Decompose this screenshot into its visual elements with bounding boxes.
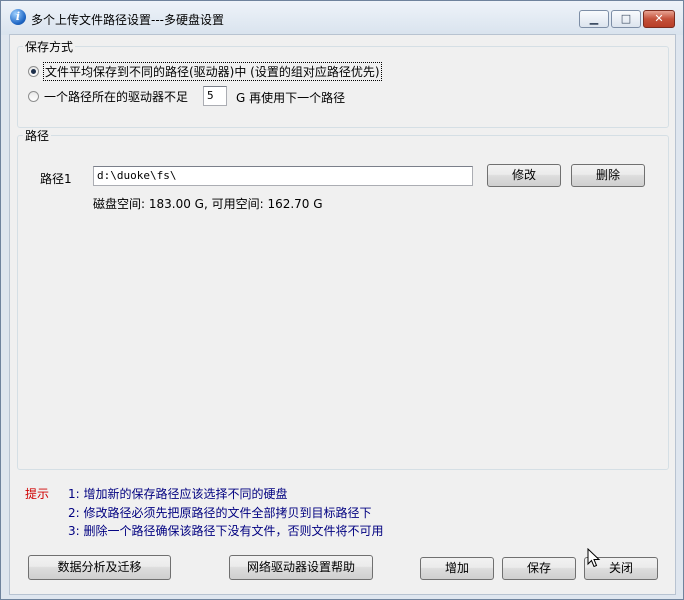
settings-window: i 多个上传文件路径设置---多硬盘设置 ▁ □ ✕ 保存方式 文件平均保存到不… (0, 0, 684, 600)
radio-average-save-circle[interactable] (28, 65, 39, 77)
radio-average-save-label: 文件平均保存到不同的路径(驱动器)中 (设置的组对应路径优先) (43, 61, 382, 81)
dialog-body: 保存方式 文件平均保存到不同的路径(驱动器)中 (设置的组对应路径优先) 一个路… (9, 34, 676, 595)
save-mode-group: 保存方式 (17, 38, 669, 128)
tip-line-3: 3: 删除一个路径确保该路径下没有文件，否则文件将不可用 (68, 524, 384, 538)
title-bar[interactable]: i 多个上传文件路径设置---多硬盘设置 ▁ □ ✕ (1, 1, 683, 35)
radio-drive-threshold-label: 一个路径所在的驱动器不足 (44, 89, 189, 104)
disk-space-info: 磁盘空间: 183.00 G, 可用空间: 162.70 G (93, 197, 323, 211)
path-input[interactable]: d:\duoke\fs\ (93, 166, 473, 186)
paths-legend: 路径 (25, 129, 50, 143)
radio-drive-threshold[interactable]: 一个路径所在的驱动器不足 (28, 87, 188, 105)
close-window-button[interactable]: ✕ (643, 10, 675, 28)
save-mode-legend: 保存方式 (25, 40, 74, 54)
edit-path-button[interactable]: 修改 (487, 164, 561, 187)
network-drive-help-button[interactable]: 网络驱动器设置帮助 (229, 555, 373, 580)
data-analysis-migrate-button[interactable]: 数据分析及迁移 (28, 555, 171, 580)
threshold-gb-input[interactable]: 5 (203, 86, 227, 106)
maximize-button[interactable]: □ (611, 10, 641, 28)
minimize-button[interactable]: ▁ (579, 10, 609, 28)
window-title: 多个上传文件路径设置---多硬盘设置 (31, 13, 224, 27)
delete-path-button[interactable]: 删除 (571, 164, 645, 187)
radio-drive-threshold-circle[interactable] (28, 90, 39, 102)
tips-label: 提示 (25, 487, 50, 501)
radio-average-save[interactable]: 文件平均保存到不同的路径(驱动器)中 (设置的组对应路径优先) (28, 61, 382, 81)
threshold-suffix-label: G 再使用下一个路径 (236, 91, 346, 105)
tip-line-2: 2: 修改路径必须先把原路径的文件全部拷贝到目标路径下 (68, 506, 372, 520)
add-button[interactable]: 增加 (420, 557, 494, 580)
tip-line-1: 1: 增加新的保存路径应该选择不同的硬盘 (68, 487, 288, 501)
save-button[interactable]: 保存 (502, 557, 576, 580)
info-icon: i (10, 9, 26, 25)
path-label: 路径1 (40, 172, 72, 186)
mouse-pointer-icon (587, 548, 601, 568)
